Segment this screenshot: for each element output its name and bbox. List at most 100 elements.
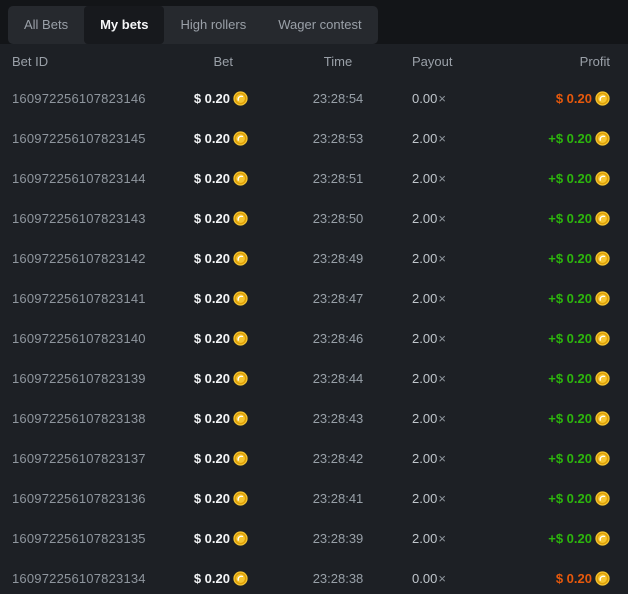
bet-payout: 2.00×	[398, 331, 510, 346]
bet-row[interactable]: 160972256107823135 $ 0.20 23:28:39 2.00×…	[0, 518, 628, 558]
bets-panel: All Bets My bets High rollers Wager cont…	[0, 0, 628, 594]
bet-time: 23:28:51	[248, 171, 398, 186]
bet-payout: 0.00×	[398, 571, 510, 586]
bet-amount: $ 0.20	[190, 331, 248, 346]
bet-profit: +$ 0.20	[510, 131, 610, 146]
gold-coin-icon	[233, 251, 248, 266]
bet-payout: 2.00×	[398, 371, 510, 386]
bet-row[interactable]: 160972256107823137 $ 0.20 23:28:42 2.00×…	[0, 438, 628, 478]
bet-amount-value: $ 0.20	[194, 571, 230, 586]
bet-id: 160972256107823135	[12, 531, 190, 546]
bet-id: 160972256107823141	[12, 291, 190, 306]
bets-table: Bet ID Bet Time Payout Profit 1609722561…	[0, 44, 628, 594]
bet-amount: $ 0.20	[190, 91, 248, 106]
tab-all-bets[interactable]: All Bets	[8, 6, 84, 44]
bet-amount-value: $ 0.20	[194, 91, 230, 106]
bet-profit: $ 0.20	[510, 571, 610, 586]
bet-row[interactable]: 160972256107823141 $ 0.20 23:28:47 2.00×…	[0, 278, 628, 318]
bet-amount: $ 0.20	[190, 451, 248, 466]
bet-row[interactable]: 160972256107823144 $ 0.20 23:28:51 2.00×…	[0, 158, 628, 198]
bet-amount: $ 0.20	[190, 571, 248, 586]
gold-coin-icon	[233, 91, 248, 106]
bet-row[interactable]: 160972256107823142 $ 0.20 23:28:49 2.00×…	[0, 238, 628, 278]
bet-amount-value: $ 0.20	[194, 251, 230, 266]
bet-row[interactable]: 160972256107823145 $ 0.20 23:28:53 2.00×…	[0, 118, 628, 158]
bet-row[interactable]: 160972256107823136 $ 0.20 23:28:41 2.00×…	[0, 478, 628, 518]
bet-time: 23:28:43	[248, 411, 398, 426]
payout-multiplier-symbol: ×	[438, 531, 446, 546]
bet-profit: +$ 0.20	[510, 251, 610, 266]
profit-value: +$ 0.20	[548, 371, 592, 386]
gold-coin-icon	[595, 451, 610, 466]
payout-value: 2.00	[412, 131, 437, 146]
bets-tabbar: All Bets My bets High rollers Wager cont…	[8, 6, 378, 44]
bet-amount: $ 0.20	[190, 291, 248, 306]
bet-time: 23:28:49	[248, 251, 398, 266]
tabbar-row: All Bets My bets High rollers Wager cont…	[0, 0, 628, 44]
gold-coin-icon	[595, 531, 610, 546]
payout-value: 0.00	[412, 91, 437, 106]
bet-id: 160972256107823146	[12, 91, 190, 106]
bet-id: 160972256107823134	[12, 571, 190, 586]
tab-wager-contest[interactable]: Wager contest	[262, 6, 377, 44]
gold-coin-icon	[233, 331, 248, 346]
bet-id: 160972256107823144	[12, 171, 190, 186]
bet-id: 160972256107823142	[12, 251, 190, 266]
bet-time: 23:28:42	[248, 451, 398, 466]
gold-coin-icon	[233, 491, 248, 506]
profit-value: +$ 0.20	[548, 171, 592, 186]
payout-value: 0.00	[412, 571, 437, 586]
payout-multiplier-symbol: ×	[438, 131, 446, 146]
bet-time: 23:28:53	[248, 131, 398, 146]
payout-multiplier-symbol: ×	[438, 411, 446, 426]
bet-amount: $ 0.20	[190, 171, 248, 186]
bet-id: 160972256107823139	[12, 371, 190, 386]
bet-row[interactable]: 160972256107823146 $ 0.20 23:28:54 0.00×…	[0, 78, 628, 118]
gold-coin-icon	[233, 131, 248, 146]
bet-payout: 2.00×	[398, 171, 510, 186]
table-header: Bet ID Bet Time Payout Profit	[0, 44, 628, 78]
bet-amount: $ 0.20	[190, 531, 248, 546]
bet-profit: +$ 0.20	[510, 171, 610, 186]
payout-multiplier-symbol: ×	[438, 211, 446, 226]
payout-multiplier-symbol: ×	[438, 331, 446, 346]
payout-multiplier-symbol: ×	[438, 371, 446, 386]
column-header-payout: Payout	[398, 54, 510, 69]
bet-row[interactable]: 160972256107823138 $ 0.20 23:28:43 2.00×…	[0, 398, 628, 438]
bet-time: 23:28:47	[248, 291, 398, 306]
profit-value: +$ 0.20	[548, 411, 592, 426]
bet-time: 23:28:54	[248, 91, 398, 106]
bet-row[interactable]: 160972256107823140 $ 0.20 23:28:46 2.00×…	[0, 318, 628, 358]
gold-coin-icon	[595, 491, 610, 506]
payout-value: 2.00	[412, 331, 437, 346]
gold-coin-icon	[233, 211, 248, 226]
bet-amount-value: $ 0.20	[194, 331, 230, 346]
gold-coin-icon	[595, 251, 610, 266]
bet-profit: +$ 0.20	[510, 411, 610, 426]
bet-row[interactable]: 160972256107823134 $ 0.20 23:28:38 0.00×…	[0, 558, 628, 594]
payout-multiplier-symbol: ×	[438, 491, 446, 506]
gold-coin-icon	[233, 451, 248, 466]
bet-amount: $ 0.20	[190, 491, 248, 506]
bet-payout: 0.00×	[398, 91, 510, 106]
column-header-time: Time	[248, 54, 398, 69]
profit-value: $ 0.20	[556, 571, 592, 586]
bet-id: 160972256107823145	[12, 131, 190, 146]
gold-coin-icon	[595, 331, 610, 346]
bet-profit: +$ 0.20	[510, 291, 610, 306]
bet-profit: +$ 0.20	[510, 371, 610, 386]
payout-value: 2.00	[412, 251, 437, 266]
bet-payout: 2.00×	[398, 451, 510, 466]
bet-time: 23:28:39	[248, 531, 398, 546]
profit-value: +$ 0.20	[548, 331, 592, 346]
bet-row[interactable]: 160972256107823143 $ 0.20 23:28:50 2.00×…	[0, 198, 628, 238]
profit-value: +$ 0.20	[548, 251, 592, 266]
payout-value: 2.00	[412, 411, 437, 426]
tab-my-bets[interactable]: My bets	[84, 6, 164, 44]
bet-payout: 2.00×	[398, 251, 510, 266]
payout-value: 2.00	[412, 171, 437, 186]
tab-high-rollers[interactable]: High rollers	[164, 6, 262, 44]
bet-amount-value: $ 0.20	[194, 131, 230, 146]
bet-row[interactable]: 160972256107823139 $ 0.20 23:28:44 2.00×…	[0, 358, 628, 398]
profit-value: +$ 0.20	[548, 451, 592, 466]
